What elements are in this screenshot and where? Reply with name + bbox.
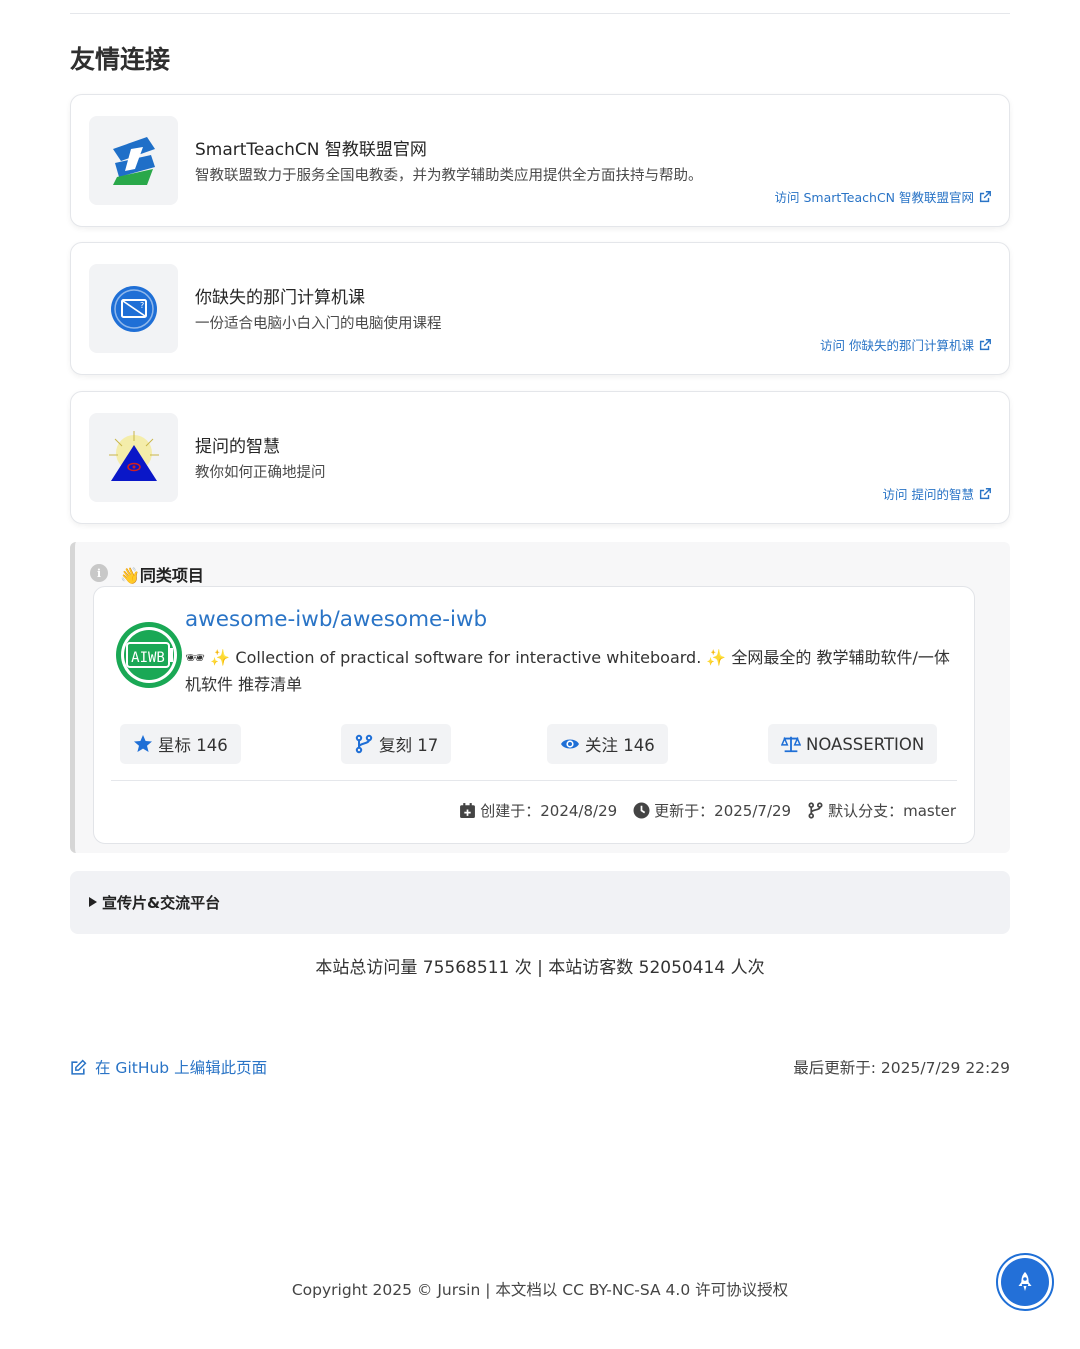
disclosure-triangle-icon	[89, 897, 97, 907]
link-card-smartteach[interactable]: SmartTeachCN 智教联盟官网 智教联盟致力于服务全国电教委，并为教学辅…	[70, 94, 1010, 227]
calendar-plus-icon	[460, 803, 476, 818]
watchers-stat[interactable]: 关注 146	[547, 724, 668, 764]
visit-missing-semester-link[interactable]: 访问 你缺失的那门计算机课	[820, 335, 992, 354]
external-link-icon	[979, 487, 991, 499]
license-stat[interactable]: NOASSERTION	[768, 724, 938, 764]
smartteach-logo-icon	[89, 116, 178, 205]
avatar-text: AIWB	[131, 650, 165, 666]
similar-projects-title: 👋同类项目	[120, 566, 204, 585]
link-name: 你缺失的那门计算机课	[195, 288, 365, 308]
aiwb-avatar: AIWB	[116, 622, 182, 688]
external-link-icon	[979, 338, 991, 350]
link-description: 教你如何正确地提问	[195, 465, 326, 481]
license-label: NOASSERTION	[806, 734, 925, 754]
repo-name-link[interactable]: awesome-iwb/awesome-iwb	[185, 607, 487, 632]
link-card-smart-questions[interactable]: 提问的智慧 教你如何正确地提问 访问 提问的智慧	[70, 391, 1010, 524]
default-branch: 默认分支：master	[828, 802, 956, 820]
similar-projects-block: i 👋同类项目 AIWB awesome-iwb/awesome-iwb 🕶 ✨…	[70, 542, 1010, 853]
info-icon: i	[90, 564, 108, 582]
clock-icon	[633, 802, 650, 819]
edit-label: 在 GitHub 上编辑此页面	[95, 1059, 268, 1077]
visit-counter: 本站总访问量 75568511 次 | 本站访客数 52050414 人次	[315, 958, 765, 978]
last-updated: 最后更新于: 2025/7/29 22:29	[793, 1059, 1010, 1077]
repo-divider	[111, 780, 957, 781]
copyright: Copyright 2025 © Jursin | 本文档以 CC BY-NC-…	[291, 1281, 789, 1299]
fork-icon	[355, 734, 373, 754]
repo-meta: 创建于：2024/8/29 更新于：2025/7/29 默认分支：master	[459, 800, 956, 821]
star-icon	[134, 735, 152, 752]
link-name: 提问的智慧	[195, 437, 280, 457]
scale-icon	[781, 736, 801, 753]
visit-label: 访问 SmartTeachCN 智教联盟官网	[774, 190, 975, 205]
external-link-icon	[979, 190, 991, 202]
visit-label: 访问 提问的智慧	[882, 487, 974, 502]
forks-label: 复刻 17	[379, 736, 439, 755]
updated-date: 更新于：2025/7/29	[654, 802, 792, 820]
created-date: 创建于：2024/8/29	[480, 802, 618, 820]
svg-text:?: ?	[140, 301, 144, 310]
branch-icon	[808, 802, 823, 819]
forks-stat[interactable]: 复刻 17	[341, 724, 452, 764]
computer-course-logo-icon: ?	[89, 264, 178, 353]
promo-details-toggle[interactable]: 宣传片&交流平台	[70, 871, 1010, 934]
link-card-missing-semester[interactable]: ? 你缺失的那门计算机课 一份适合电脑小白入门的电脑使用课程 访问 你缺失的那门…	[70, 242, 1010, 375]
link-description: 智教联盟致力于服务全国电教委，并为教学辅助类应用提供全方面扶持与帮助。	[195, 168, 703, 184]
eye-icon	[561, 739, 579, 749]
visit-smartteach-link[interactable]: 访问 SmartTeachCN 智教联盟官网	[775, 187, 993, 206]
section-title: 友情连接	[70, 45, 171, 74]
smart-questions-logo-icon	[89, 413, 178, 502]
link-description: 一份适合电脑小白入门的电脑使用课程	[195, 316, 442, 332]
edit-icon	[71, 1059, 87, 1075]
visit-label: 访问 你缺失的那门计算机课	[820, 338, 974, 353]
promo-label: 宣传片&交流平台	[102, 894, 221, 912]
repo-card[interactable]: AIWB awesome-iwb/awesome-iwb 🕶 ✨ Collect…	[93, 586, 975, 844]
edit-on-github-link[interactable]: 在 GitHub 上编辑此页面	[70, 1056, 267, 1078]
watchers-label: 关注 146	[585, 736, 655, 755]
top-divider	[70, 13, 1010, 14]
stars-stat[interactable]: 星标 146	[120, 724, 241, 764]
back-to-top-button[interactable]	[996, 1253, 1054, 1311]
rocket-icon	[1018, 1272, 1032, 1291]
link-name: SmartTeachCN 智教联盟官网	[195, 140, 427, 160]
visit-smart-questions-link[interactable]: 访问 提问的智慧	[883, 484, 992, 503]
stars-label: 星标 146	[158, 736, 228, 755]
repo-description: 🕶 ✨ Collection of practical software for…	[185, 648, 950, 694]
